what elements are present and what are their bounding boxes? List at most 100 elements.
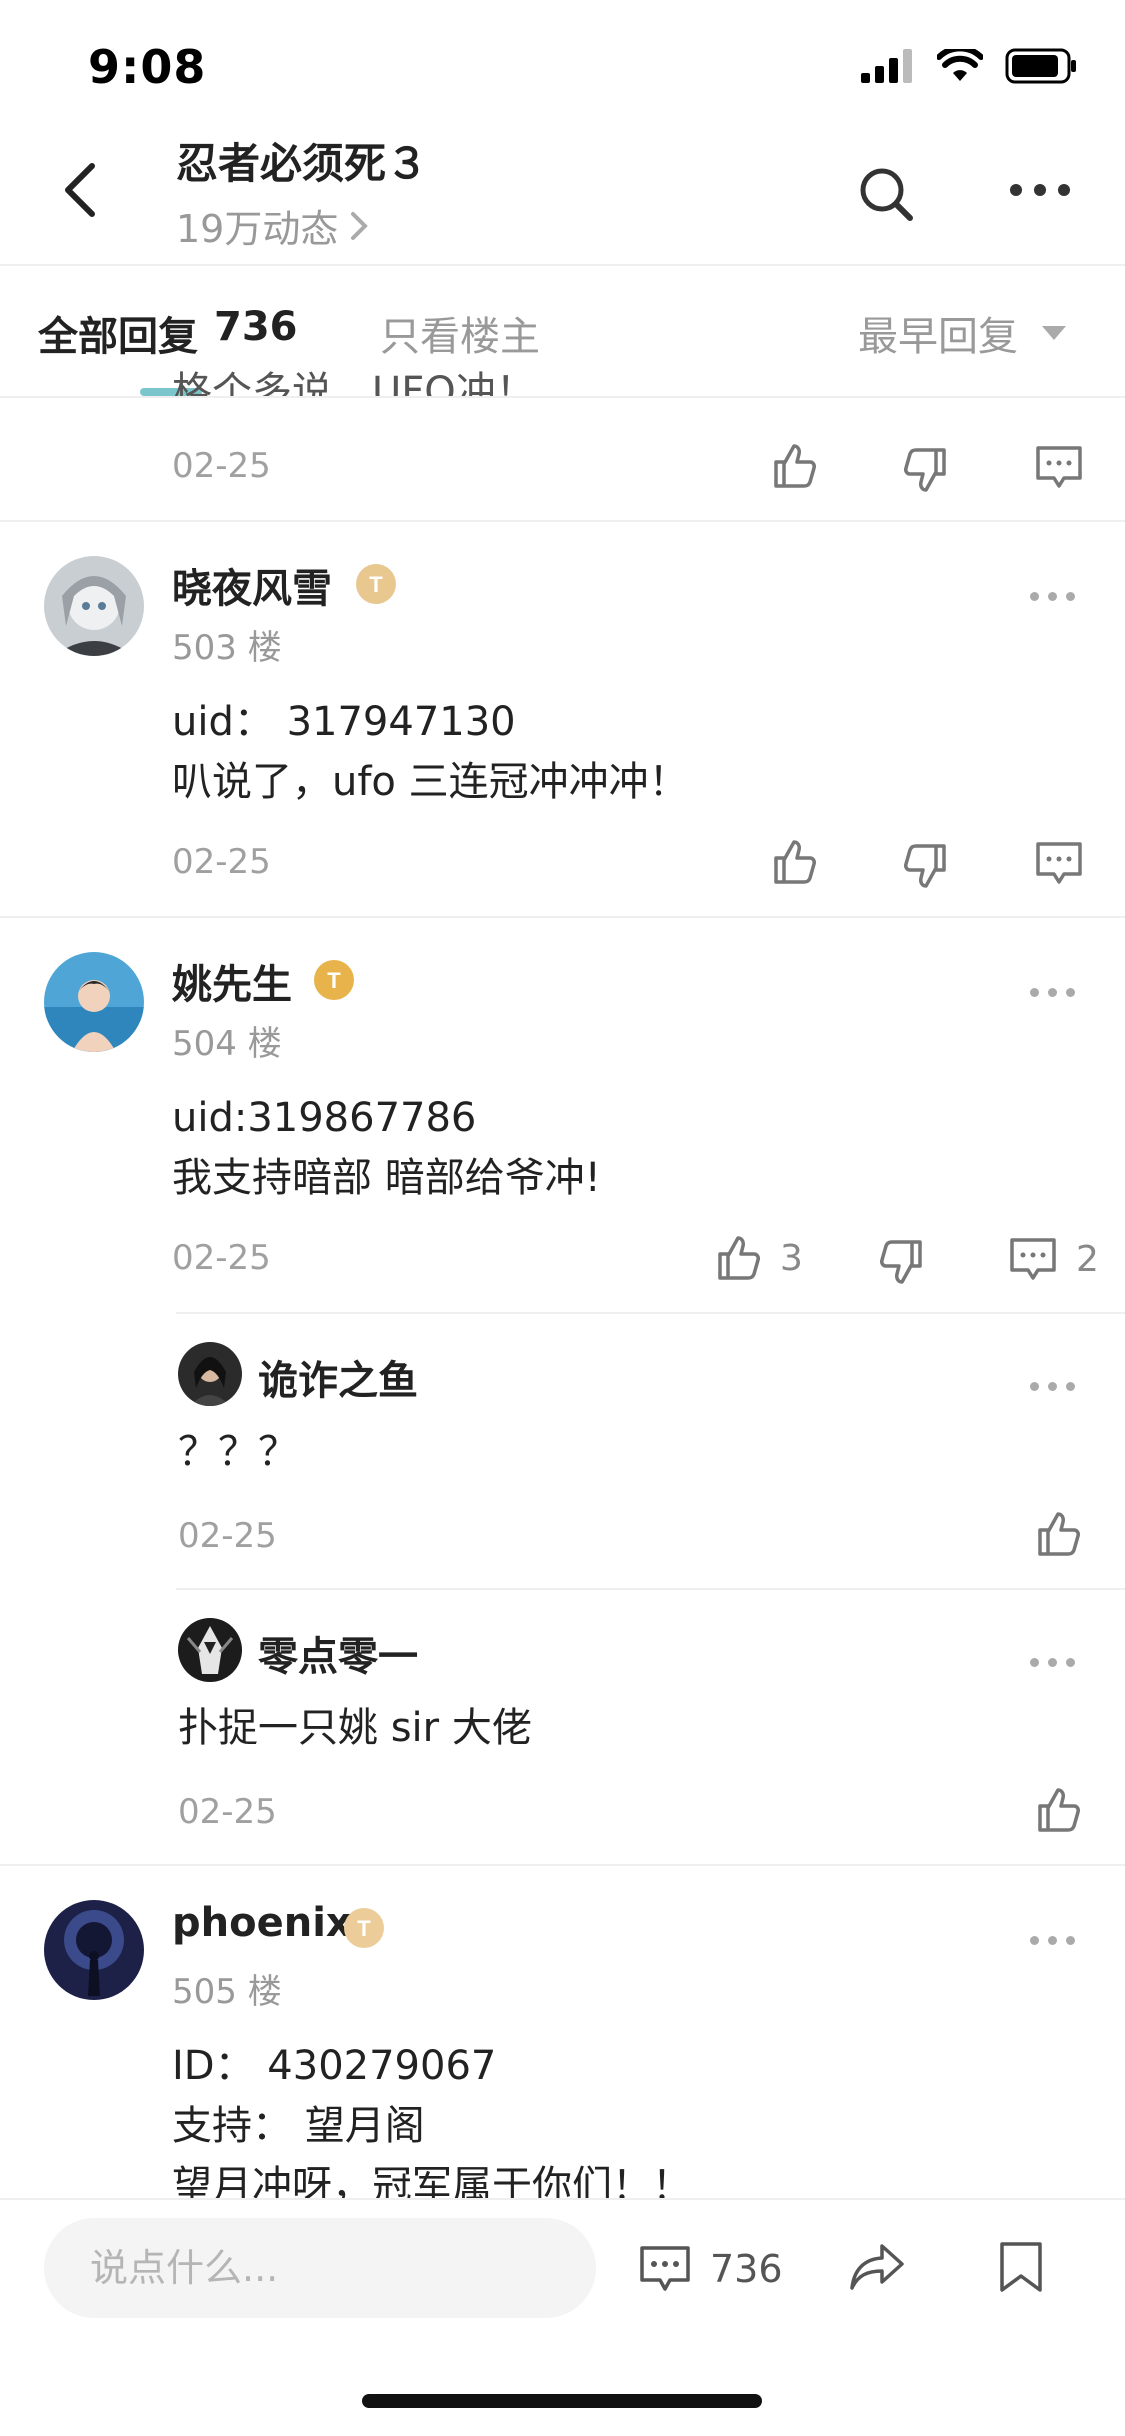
dislike-button[interactable] <box>878 1238 926 1286</box>
post-more-button[interactable] <box>1030 592 1075 601</box>
back-button[interactable] <box>60 160 120 230</box>
floor-number: 503 楼 <box>172 628 282 668</box>
reply-username[interactable]: 零点零一 <box>258 1624 418 1682</box>
comment-button[interactable] <box>1034 840 1084 886</box>
comments-button[interactable]: 736 <box>638 2244 783 2294</box>
reply-username[interactable]: 诡诈之鱼 <box>258 1348 418 1406</box>
post-line: 支持： 望月阁 <box>172 2103 425 2149</box>
post-line: uid： 317947130 <box>172 699 516 745</box>
sort-label: 最早回复 <box>858 314 1018 360</box>
more-icon <box>1030 1936 1039 1945</box>
battery-icon <box>1005 48 1076 84</box>
avatar[interactable] <box>44 952 144 1052</box>
share-icon <box>850 2244 904 2290</box>
reply-more-button[interactable] <box>1030 1382 1075 1391</box>
reply-more-button[interactable] <box>1030 1658 1075 1667</box>
avatar[interactable] <box>178 1618 242 1682</box>
activity-count-link[interactable]: 19万动态 <box>176 198 369 253</box>
thumb-up-icon <box>718 1236 760 1280</box>
level-badge: T <box>354 562 398 606</box>
search-icon <box>860 168 913 221</box>
more-icon <box>1030 988 1039 997</box>
thumb-down-icon <box>904 448 946 492</box>
dislike-button[interactable] <box>902 842 950 890</box>
thumb-down-icon <box>904 844 946 888</box>
svg-text:T: T <box>327 968 341 993</box>
floor-number: 505 楼 <box>172 1972 282 2012</box>
post-divider <box>0 520 1125 522</box>
comment-total: 736 <box>710 2247 783 2291</box>
chevron-right-icon <box>351 211 369 240</box>
thumb-up-icon <box>1038 1788 1080 1832</box>
signal-icon <box>861 49 912 83</box>
comment-button[interactable]: 2 <box>1008 1236 1099 1282</box>
status-time: 9:08 <box>88 40 207 94</box>
home-indicator <box>362 2394 762 2408</box>
like-count: 3 <box>780 1237 803 1279</box>
tab-all-count: 736 <box>214 304 298 350</box>
more-icon <box>1030 592 1039 601</box>
comment-input[interactable]: 说点什么... <box>44 2218 596 2318</box>
header-divider <box>0 264 1125 266</box>
wifi-icon <box>937 49 983 81</box>
like-button[interactable] <box>770 838 818 886</box>
caret-down-icon <box>1042 326 1066 340</box>
comment-icon <box>1036 842 1082 884</box>
username[interactable]: 姚先生 <box>172 952 292 1010</box>
post-divider <box>0 916 1125 918</box>
username[interactable]: phoenix <box>172 1900 352 1946</box>
post-more-button[interactable] <box>1030 988 1075 997</box>
tab-op-only[interactable]: 只看楼主 <box>380 304 540 362</box>
level-badge: T <box>342 1906 386 1950</box>
prev-like-button[interactable] <box>770 442 818 490</box>
post-line: ID： 430279067 <box>172 2043 497 2089</box>
share-button[interactable] <box>848 2242 906 2292</box>
prev-comment-button[interactable] <box>1034 444 1084 490</box>
thumb-up-icon <box>774 840 816 884</box>
floor-number: 504 楼 <box>172 1024 282 1064</box>
more-icon <box>1010 184 1022 196</box>
tab-all-label: 全部回复 <box>38 314 198 360</box>
comment-icon <box>1036 446 1082 488</box>
tabs-divider <box>0 396 1125 398</box>
like-button[interactable]: 3 <box>714 1234 803 1282</box>
bookmark-button[interactable] <box>998 2240 1044 2294</box>
level-badge: T <box>312 958 356 1002</box>
post-more-button[interactable] <box>1030 1936 1075 1945</box>
post-line: uid:319867786 <box>172 1095 477 1141</box>
reply-text: ？？？ <box>178 1429 298 1475</box>
prev-dislike-button[interactable] <box>902 446 950 494</box>
more-icon <box>1030 1382 1039 1391</box>
sort-dropdown[interactable]: 最早回复 <box>858 304 1066 362</box>
avatar[interactable] <box>44 1900 144 2000</box>
bookmark-icon <box>1000 2242 1042 2292</box>
comment-icon <box>640 2246 690 2291</box>
more-button[interactable] <box>1010 184 1070 196</box>
avatar[interactable] <box>44 556 144 656</box>
post-line: 我支持暗部 暗部给爷冲! <box>172 1155 601 1201</box>
post-date: 02-25 <box>172 1238 271 1278</box>
reply-text: 扑捉一只姚 sir 大佬 <box>178 1705 532 1751</box>
thumb-up-icon <box>774 444 816 488</box>
reply-divider <box>176 1312 1125 1314</box>
post-line: 望月冲呀，冠军属于你们！！ <box>172 2163 692 2200</box>
reply-date: 02-25 <box>178 1792 277 1832</box>
back-arrow-icon <box>65 163 95 217</box>
comment-icon <box>1010 1238 1056 1280</box>
more-icon <box>1030 1658 1039 1667</box>
svg-text:T: T <box>369 572 383 597</box>
page-title[interactable]: 忍者必须死３ <box>176 130 428 191</box>
prev-post-date: 02-25 <box>172 446 271 486</box>
status-icons <box>861 48 1077 84</box>
username[interactable]: 晓夜风雪 <box>172 556 332 614</box>
svg-text:T: T <box>357 1916 371 1941</box>
activity-count: 19万动态 <box>176 207 339 251</box>
reply-like-button[interactable] <box>1034 1786 1082 1834</box>
prev-post-text-partial: 格个多说，UFO冲！ <box>172 369 536 396</box>
avatar[interactable] <box>178 1342 242 1406</box>
reply-date: 02-25 <box>178 1516 277 1556</box>
search-button[interactable] <box>858 166 914 222</box>
reply-like-button[interactable] <box>1034 1510 1082 1558</box>
post-divider <box>0 1864 1125 1866</box>
tab-all-replies[interactable]: 全部回复 736 <box>38 304 298 362</box>
